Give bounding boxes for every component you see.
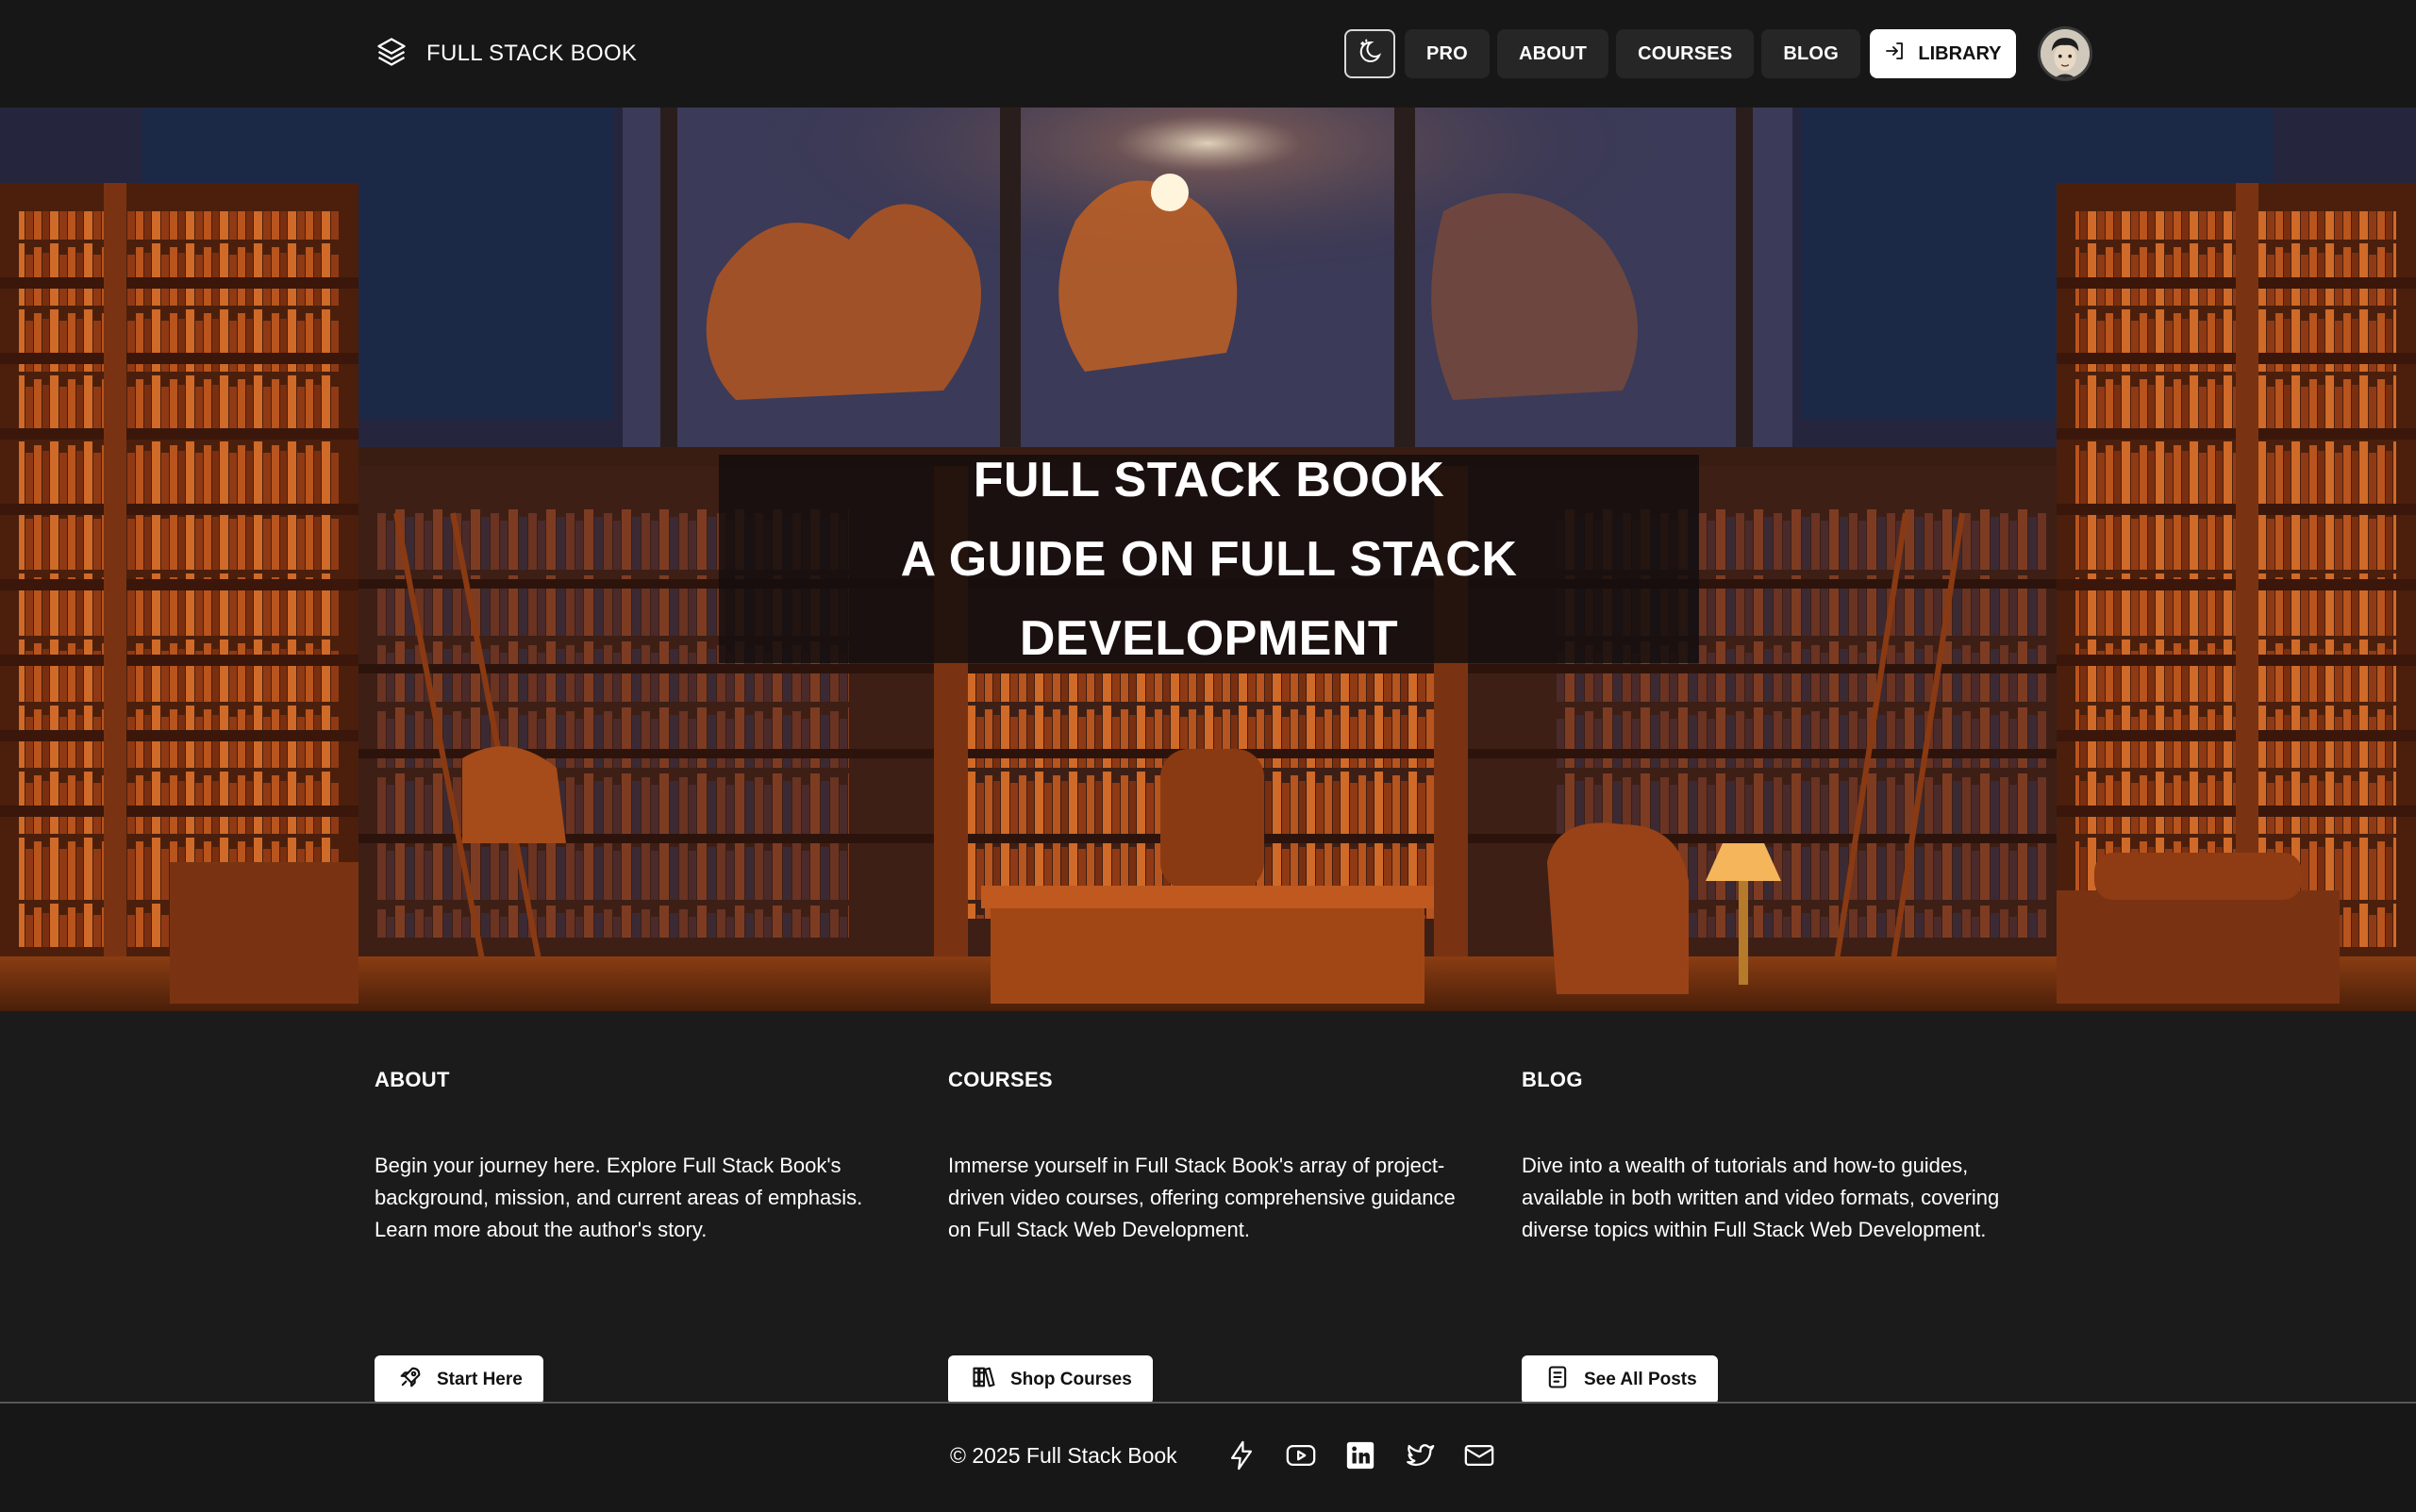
blog-title: BLOG	[1522, 1068, 1583, 1091]
bolt-icon[interactable]	[1224, 1437, 1259, 1473]
mail-icon[interactable]	[1461, 1437, 1497, 1473]
moon-icon	[1356, 38, 1384, 71]
about-title: ABOUT	[375, 1068, 450, 1091]
document-icon	[1544, 1364, 1584, 1396]
layers-icon	[375, 35, 408, 74]
user-avatar[interactable]	[2037, 26, 2092, 81]
about-description: Begin your journey here. Explore Full St…	[375, 1154, 863, 1241]
hero-title: FULL STACK BOOK	[973, 452, 1445, 507]
see-all-posts-button[interactable]: See All Posts	[1522, 1355, 1718, 1404]
courses-title: COURSES	[948, 1068, 1053, 1091]
theme-toggle-button[interactable]	[1344, 29, 1395, 78]
nav-link-pro[interactable]: PRO	[1405, 29, 1490, 78]
footer-content: © 2025 Full Stack Book	[950, 1436, 1497, 1475]
copyright-text: © 2025 Full Stack Book	[950, 1442, 1177, 1468]
start-here-button[interactable]: Start Here	[375, 1355, 543, 1404]
hero-banner: FULL STACK BOOK A GUIDE ON FULL STACK DE…	[0, 108, 2416, 1011]
start-here-label: Start Here	[437, 1370, 523, 1389]
feature-sections: ABOUT Begin your journey here. Explore F…	[0, 1011, 2416, 1404]
brand-name: FULL STACK BOOK	[426, 41, 638, 66]
courses-section: COURSES Immerse yourself in Full Stack B…	[948, 1066, 1476, 1404]
shop-courses-label: Shop Courses	[1010, 1370, 1132, 1389]
twitter-icon[interactable]	[1402, 1437, 1438, 1473]
nav-link-about[interactable]: ABOUT	[1496, 29, 1609, 78]
courses-description: Immerse yourself in Full Stack Book's ar…	[948, 1154, 1456, 1241]
see-all-posts-label: See All Posts	[1584, 1370, 1697, 1389]
rocket-icon	[397, 1364, 437, 1396]
library-label: LIBRARY	[1918, 42, 2002, 64]
blog-section: BLOG Dive into a wealth of tutorials and…	[1522, 1066, 2050, 1404]
brand-link[interactable]: FULL STACK BOOK	[375, 30, 637, 77]
shop-courses-button[interactable]: Shop Courses	[948, 1355, 1153, 1404]
site-footer: © 2025 Full Stack Book	[0, 1404, 2416, 1512]
hero-subtitle: A GUIDE ON FULL STACK DEVELOPMENT	[900, 531, 1518, 666]
hero-title-box: FULL STACK BOOK A GUIDE ON FULL STACK DE…	[719, 453, 1699, 666]
linkedin-icon[interactable]	[1342, 1437, 1378, 1473]
login-icon	[1884, 40, 1918, 68]
about-section: ABOUT Begin your journey here. Explore F…	[375, 1066, 903, 1404]
blog-description: Dive into a wealth of tutorials and how-…	[1522, 1154, 2000, 1241]
library-button[interactable]: LIBRARY	[1869, 29, 2016, 78]
nav-link-courses[interactable]: COURSES	[1616, 29, 1755, 78]
nav-menu: PRO ABOUT COURSES BLOG LIBRARY	[1344, 26, 2092, 81]
nav-link-blog[interactable]: BLOG	[1761, 29, 1860, 78]
books-icon	[971, 1364, 1010, 1396]
youtube-icon[interactable]	[1283, 1437, 1319, 1473]
top-navbar: FULL STACK BOOK PRO ABOUT COURSES BLOG L…	[0, 0, 2416, 108]
